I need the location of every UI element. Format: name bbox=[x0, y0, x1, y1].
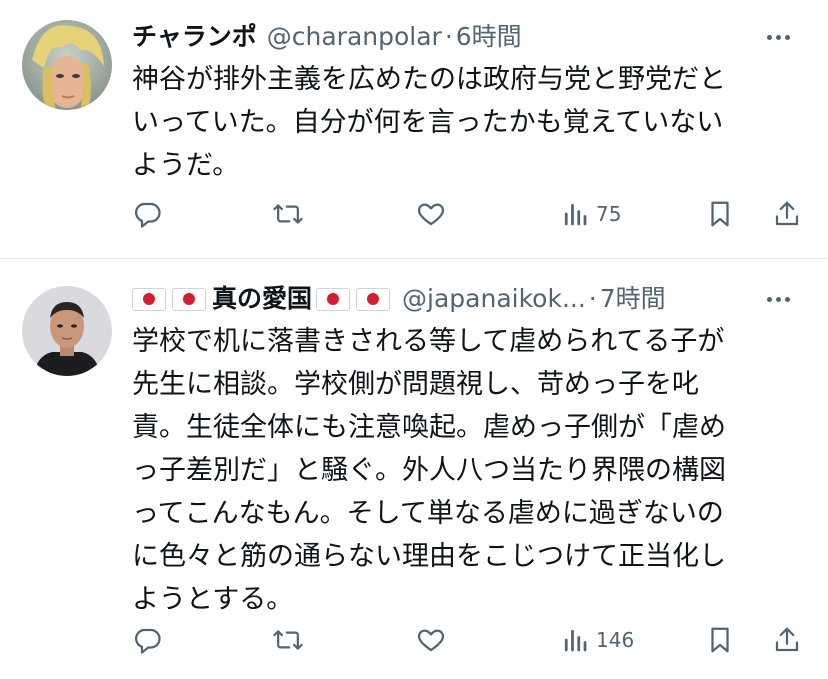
share-button[interactable] bbox=[772, 622, 802, 658]
retweet-icon bbox=[273, 630, 303, 650]
reply-button[interactable] bbox=[132, 196, 162, 232]
bookmark-button[interactable] bbox=[706, 622, 734, 658]
retweet-button[interactable] bbox=[272, 622, 304, 658]
like-button[interactable] bbox=[416, 622, 446, 658]
avatar[interactable] bbox=[22, 286, 112, 376]
views-button[interactable]: 146 bbox=[562, 622, 634, 658]
user-handle[interactable]: @charanpolar bbox=[267, 20, 442, 54]
display-name[interactable]: 真の愛国 bbox=[212, 282, 312, 316]
japan-flag-icon bbox=[316, 287, 351, 311]
views-icon bbox=[564, 629, 587, 652]
bookmark-icon bbox=[711, 627, 729, 653]
japan-flag-icon bbox=[172, 287, 206, 311]
avatar[interactable] bbox=[22, 20, 112, 110]
bookmark-icon bbox=[711, 201, 729, 227]
reply-icon bbox=[135, 202, 161, 228]
like-icon bbox=[417, 203, 445, 226]
timeline-feed: チャランポ @charanpolar · 6時間 神谷が排外主義を広めたのは政府… bbox=[0, 0, 828, 679]
tweet-text: 神谷が排外主義を広めたのは政府与党と野党だと いっていた。自分が何を言ったかも覚… bbox=[132, 64, 726, 181]
user-handle[interactable]: @japanaikok... bbox=[402, 282, 586, 316]
retweet-icon bbox=[273, 204, 303, 224]
retweet-button[interactable] bbox=[272, 196, 304, 232]
timestamp[interactable]: 7時間 bbox=[600, 282, 666, 316]
more-icon[interactable] bbox=[767, 26, 790, 48]
tweet-text: 学校で机に落書きされる等して虐められてる子が 先生に相談。学校側が問題視し、苛め… bbox=[132, 326, 726, 615]
views-button[interactable]: 75 bbox=[562, 196, 621, 232]
tweet-actions: 75 bbox=[132, 196, 812, 232]
tweet-actions: 146 bbox=[132, 622, 812, 658]
separator: · bbox=[588, 284, 597, 313]
reply-icon bbox=[135, 628, 161, 654]
tweet-header: 真の愛国 @japanaikok... · 7時間 bbox=[132, 282, 808, 316]
share-icon bbox=[775, 201, 799, 226]
timestamp[interactable]: 6時間 bbox=[456, 20, 522, 54]
more-icon[interactable] bbox=[767, 288, 790, 310]
share-button[interactable] bbox=[772, 196, 802, 232]
separator: · bbox=[444, 22, 453, 51]
reply-button[interactable] bbox=[132, 622, 162, 658]
japan-flag-icon bbox=[356, 287, 391, 311]
tweet-header: チャランポ @charanpolar · 6時間 bbox=[132, 20, 808, 54]
tweet-item[interactable]: 真の愛国 @japanaikok... · 7時間 学校で机に落書きされる等して… bbox=[0, 258, 828, 679]
display-name[interactable]: チャランポ bbox=[132, 20, 257, 54]
japan-flag-icon bbox=[132, 287, 166, 311]
views-count: 146 bbox=[596, 628, 635, 652]
like-button[interactable] bbox=[416, 196, 446, 232]
share-icon bbox=[775, 627, 799, 652]
tweet-item[interactable]: チャランポ @charanpolar · 6時間 神谷が排外主義を広めたのは政府… bbox=[0, 0, 828, 258]
like-icon bbox=[417, 629, 445, 652]
views-icon bbox=[564, 203, 587, 226]
bookmark-button[interactable] bbox=[706, 196, 734, 232]
views-count: 75 bbox=[596, 202, 622, 226]
